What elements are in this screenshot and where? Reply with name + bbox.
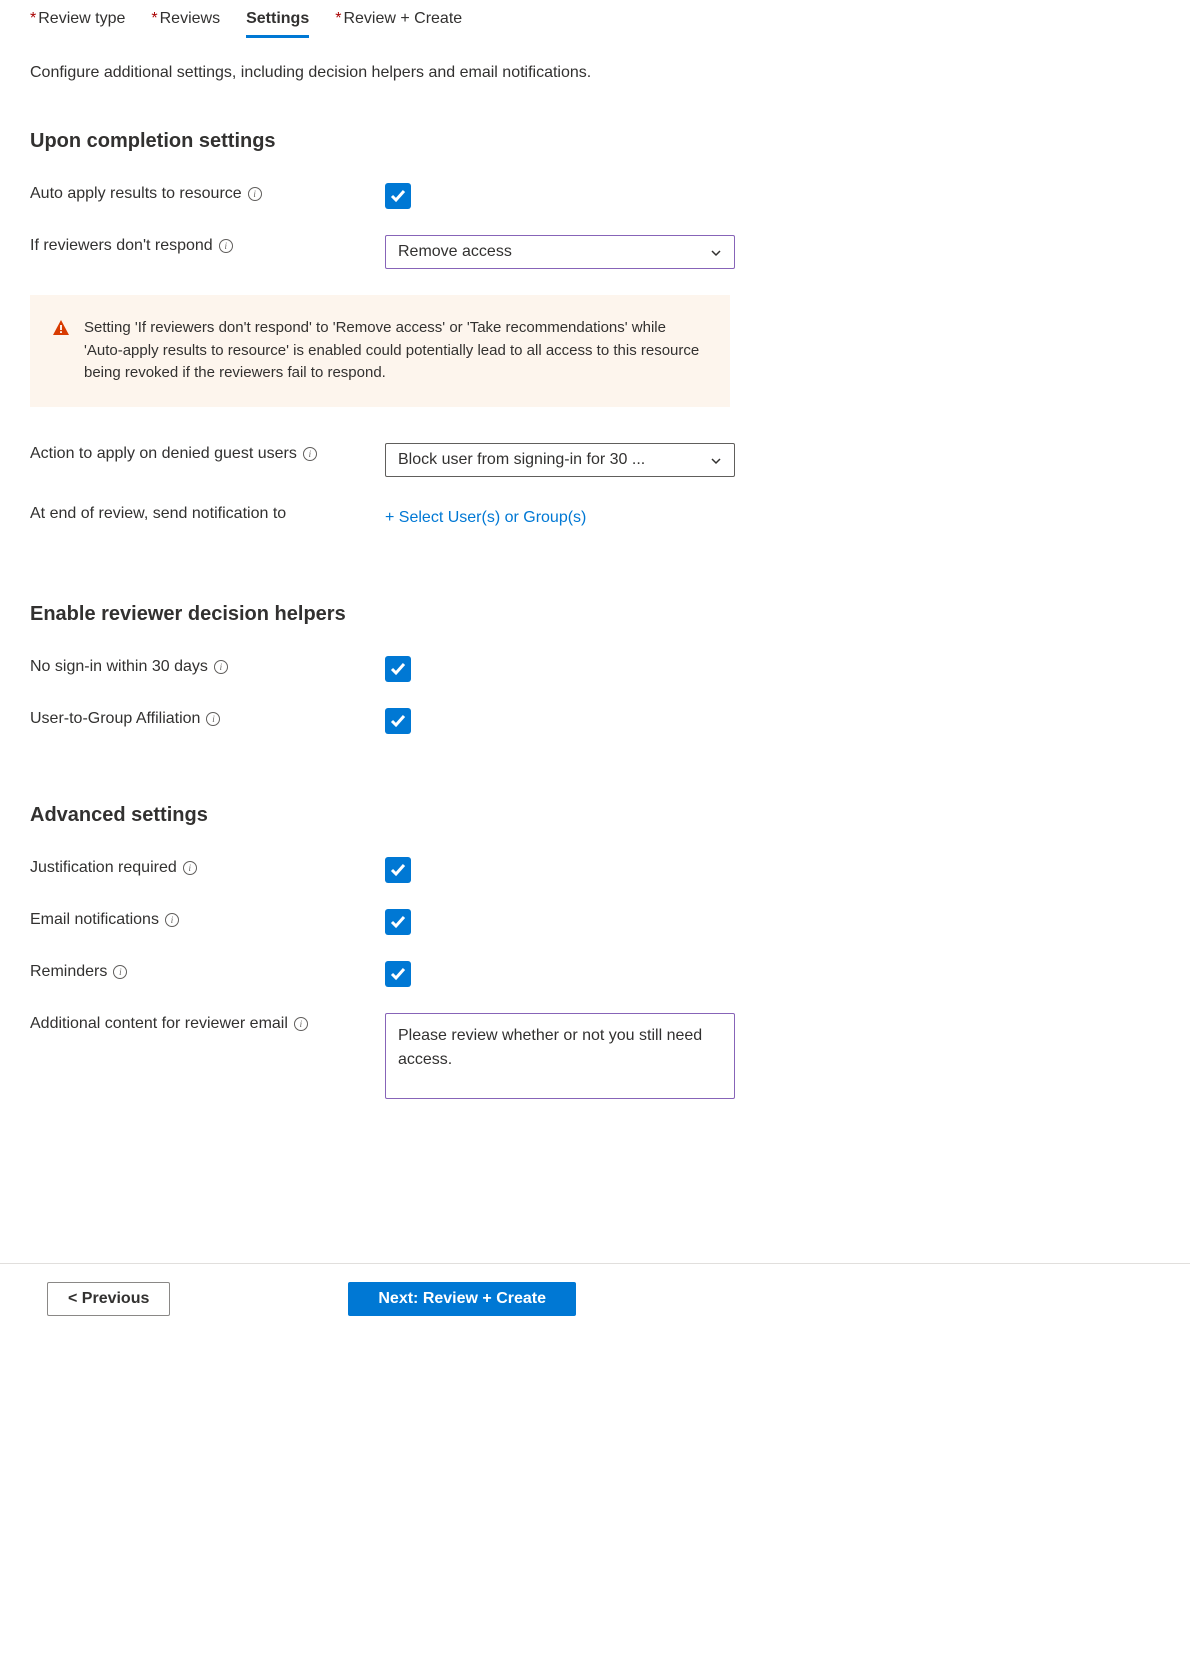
section-title-completion: Upon completion settings xyxy=(30,130,1160,153)
reminders-checkbox[interactable] xyxy=(385,961,411,987)
info-icon[interactable]: i xyxy=(219,239,233,253)
notify-label: At end of review, send notification to xyxy=(30,503,385,523)
info-icon[interactable]: i xyxy=(206,712,220,726)
affiliation-label: User-to-Group Affiliation i xyxy=(30,708,385,728)
next-button[interactable]: Next: Review + Create xyxy=(348,1282,576,1316)
justification-checkbox[interactable] xyxy=(385,857,411,883)
required-mark: * xyxy=(151,10,157,27)
previous-button[interactable]: < Previous xyxy=(47,1282,170,1316)
justification-label: Justification required i xyxy=(30,857,385,877)
section-title-decision-helpers: Enable reviewer decision helpers xyxy=(30,603,1160,626)
no-signin-checkbox[interactable] xyxy=(385,656,411,682)
page-description: Configure additional settings, including… xyxy=(30,64,1160,82)
email-notifications-checkbox[interactable] xyxy=(385,909,411,935)
no-respond-dropdown[interactable]: Remove access xyxy=(385,235,735,269)
tab-review-create[interactable]: *Review + Create xyxy=(335,10,462,36)
required-mark: * xyxy=(30,10,36,27)
info-icon[interactable]: i xyxy=(183,861,197,875)
tab-review-type[interactable]: *Review type xyxy=(30,10,125,36)
tab-settings[interactable]: Settings xyxy=(246,10,309,36)
no-respond-label: If reviewers don't respond i xyxy=(30,235,385,255)
info-icon[interactable]: i xyxy=(248,187,262,201)
additional-content-label: Additional content for reviewer email i xyxy=(30,1013,385,1033)
tab-bar: *Review type *Reviews Settings *Review +… xyxy=(30,10,1160,36)
warning-icon xyxy=(52,319,70,337)
warning-text: Setting 'If reviewers don't respond' to … xyxy=(84,317,702,385)
info-icon[interactable]: i xyxy=(113,965,127,979)
denied-guest-dropdown[interactable]: Block user from signing-in for 30 ... xyxy=(385,443,735,477)
email-notifications-label: Email notifications i xyxy=(30,909,385,929)
info-icon[interactable]: i xyxy=(214,660,228,674)
tab-reviews[interactable]: *Reviews xyxy=(151,10,220,36)
required-mark: * xyxy=(335,10,341,27)
warning-banner: Setting 'If reviewers don't respond' to … xyxy=(30,295,730,407)
select-users-link[interactable]: + Select User(s) or Group(s) xyxy=(385,503,586,533)
reminders-label: Reminders i xyxy=(30,961,385,981)
chevron-down-icon xyxy=(710,454,722,466)
denied-guest-label: Action to apply on denied guest users i xyxy=(30,443,385,463)
auto-apply-label: Auto apply results to resource i xyxy=(30,183,385,203)
auto-apply-checkbox[interactable] xyxy=(385,183,411,209)
no-signin-label: No sign-in within 30 days i xyxy=(30,656,385,676)
info-icon[interactable]: i xyxy=(294,1017,308,1031)
section-title-advanced: Advanced settings xyxy=(30,804,1160,827)
info-icon[interactable]: i xyxy=(303,447,317,461)
info-icon[interactable]: i xyxy=(165,913,179,927)
chevron-down-icon xyxy=(710,246,722,258)
affiliation-checkbox[interactable] xyxy=(385,708,411,734)
additional-content-textarea[interactable]: Please review whether or not you still n… xyxy=(385,1013,735,1099)
footer-bar: < Previous Next: Review + Create xyxy=(0,1263,1190,1316)
